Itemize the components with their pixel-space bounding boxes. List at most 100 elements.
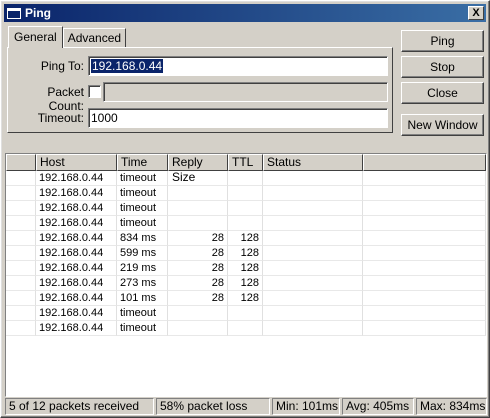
cell-ttl	[228, 216, 263, 231]
cell-blank	[363, 171, 486, 186]
cell-blank	[6, 171, 36, 186]
table-row[interactable]: 192.168.0.44 timeout	[6, 321, 486, 336]
cell-host: 192.168.0.44	[36, 231, 117, 246]
cell-ttl: 128	[228, 291, 263, 306]
cell-size: 28	[168, 291, 228, 306]
cell-blank	[6, 201, 36, 216]
column-header-ttl[interactable]: TTL	[228, 154, 263, 171]
table-row[interactable]: 192.168.0.44 timeout	[6, 186, 486, 201]
cell-host: 192.168.0.44	[36, 216, 117, 231]
cell-time: timeout	[117, 306, 168, 321]
cell-size: 28	[168, 231, 228, 246]
stop-button[interactable]: Stop	[401, 56, 484, 78]
cell-host: 192.168.0.44	[36, 291, 117, 306]
ping-to-value: 192.168.0.44	[91, 59, 164, 73]
cell-size	[168, 171, 228, 186]
cell-blank	[363, 246, 486, 261]
table-row[interactable]: 192.168.0.44 273 ms 28 128	[6, 276, 486, 291]
close-window-button[interactable]: X	[468, 6, 484, 20]
title-bar[interactable]: Ping X	[4, 4, 486, 22]
cell-status	[263, 291, 363, 306]
cell-time: timeout	[117, 171, 168, 186]
table-header: Host Time Reply Size TTL Status	[6, 154, 486, 184]
cell-blank	[6, 186, 36, 201]
cell-size	[168, 201, 228, 216]
table-row[interactable]: 192.168.0.44 101 ms 28 128	[6, 291, 486, 306]
cell-size	[168, 186, 228, 201]
column-header-filler	[363, 154, 486, 171]
window-title: Ping	[25, 6, 51, 20]
cell-blank	[363, 276, 486, 291]
cell-status	[263, 276, 363, 291]
cell-host: 192.168.0.44	[36, 201, 117, 216]
cell-status	[263, 261, 363, 276]
cell-ttl	[228, 306, 263, 321]
cell-time: 273 ms	[117, 276, 168, 291]
tab-strip: General Advanced	[8, 26, 127, 48]
cell-status	[263, 321, 363, 336]
cell-time: 599 ms	[117, 246, 168, 261]
cell-time: timeout	[117, 321, 168, 336]
timeout-label: Timeout:	[37, 111, 84, 125]
column-header-time[interactable]: Time	[117, 154, 168, 171]
cell-size	[168, 306, 228, 321]
cell-time: 101 ms	[117, 291, 168, 306]
tab-general[interactable]: General	[8, 26, 63, 48]
cell-status	[263, 231, 363, 246]
cell-host: 192.168.0.44	[36, 261, 117, 276]
cell-host: 192.168.0.44	[36, 276, 117, 291]
status-received: 5 of 12 packets received	[5, 398, 154, 415]
tab-advanced[interactable]: Advanced	[62, 28, 127, 48]
cell-blank	[363, 231, 486, 246]
table-row[interactable]: 192.168.0.44 timeout	[6, 216, 486, 231]
cell-ttl	[228, 171, 263, 186]
cell-blank	[363, 321, 486, 336]
status-avg: Avg: 405ms	[342, 398, 414, 415]
close-button[interactable]: Close	[401, 82, 484, 104]
cell-ttl: 128	[228, 276, 263, 291]
cell-host: 192.168.0.44	[36, 246, 117, 261]
packet-count-input[interactable]	[103, 82, 388, 102]
cell-host: 192.168.0.44	[36, 171, 117, 186]
cell-blank	[363, 216, 486, 231]
ping-results-table[interactable]: Host Time Reply Size TTL Status 192.168.…	[5, 153, 487, 397]
cell-status	[263, 171, 363, 186]
cell-status	[263, 186, 363, 201]
cell-host: 192.168.0.44	[36, 321, 117, 336]
ping-button[interactable]: Ping	[401, 30, 484, 52]
cell-blank	[6, 216, 36, 231]
cell-ttl	[228, 201, 263, 216]
cell-ttl: 128	[228, 246, 263, 261]
new-window-button[interactable]: New Window	[401, 114, 484, 136]
cell-blank	[6, 276, 36, 291]
cell-status	[263, 306, 363, 321]
table-row[interactable]: 192.168.0.44 timeout	[6, 306, 486, 321]
cell-host: 192.168.0.44	[36, 186, 117, 201]
cell-blank	[363, 201, 486, 216]
column-header-status[interactable]: Status	[263, 154, 363, 171]
cell-blank	[363, 291, 486, 306]
packet-count-checkbox[interactable]	[88, 85, 101, 98]
table-row[interactable]: 192.168.0.44 timeout	[6, 171, 486, 186]
cell-blank	[6, 231, 36, 246]
table-row[interactable]: 192.168.0.44 219 ms 28 128	[6, 261, 486, 276]
status-min: Min: 101ms	[272, 398, 340, 415]
close-icon: X	[472, 6, 480, 19]
cell-size	[168, 321, 228, 336]
cell-ttl: 128	[228, 261, 263, 276]
cell-blank	[6, 306, 36, 321]
ping-to-label: Ping To:	[40, 59, 84, 73]
cell-ttl	[228, 321, 263, 336]
cell-blank	[363, 261, 486, 276]
ping-to-input[interactable]: 192.168.0.44	[88, 56, 388, 76]
table-row[interactable]: 192.168.0.44 834 ms 28 128	[6, 231, 486, 246]
table-row[interactable]: 192.168.0.44 timeout	[6, 201, 486, 216]
cell-blank	[363, 186, 486, 201]
table-row[interactable]: 192.168.0.44 599 ms 28 128	[6, 246, 486, 261]
column-header-reply-size[interactable]: Reply Size	[168, 154, 228, 184]
ping-window: Ping X General Advanced Ping To: 192.168…	[0, 0, 490, 418]
timeout-input[interactable]: 1000	[88, 108, 388, 128]
column-header-host[interactable]: Host	[36, 154, 117, 171]
table-body: 192.168.0.44 timeout 192.168.0.44 timeout 19…	[6, 171, 486, 336]
column-header-blank[interactable]	[6, 154, 36, 171]
